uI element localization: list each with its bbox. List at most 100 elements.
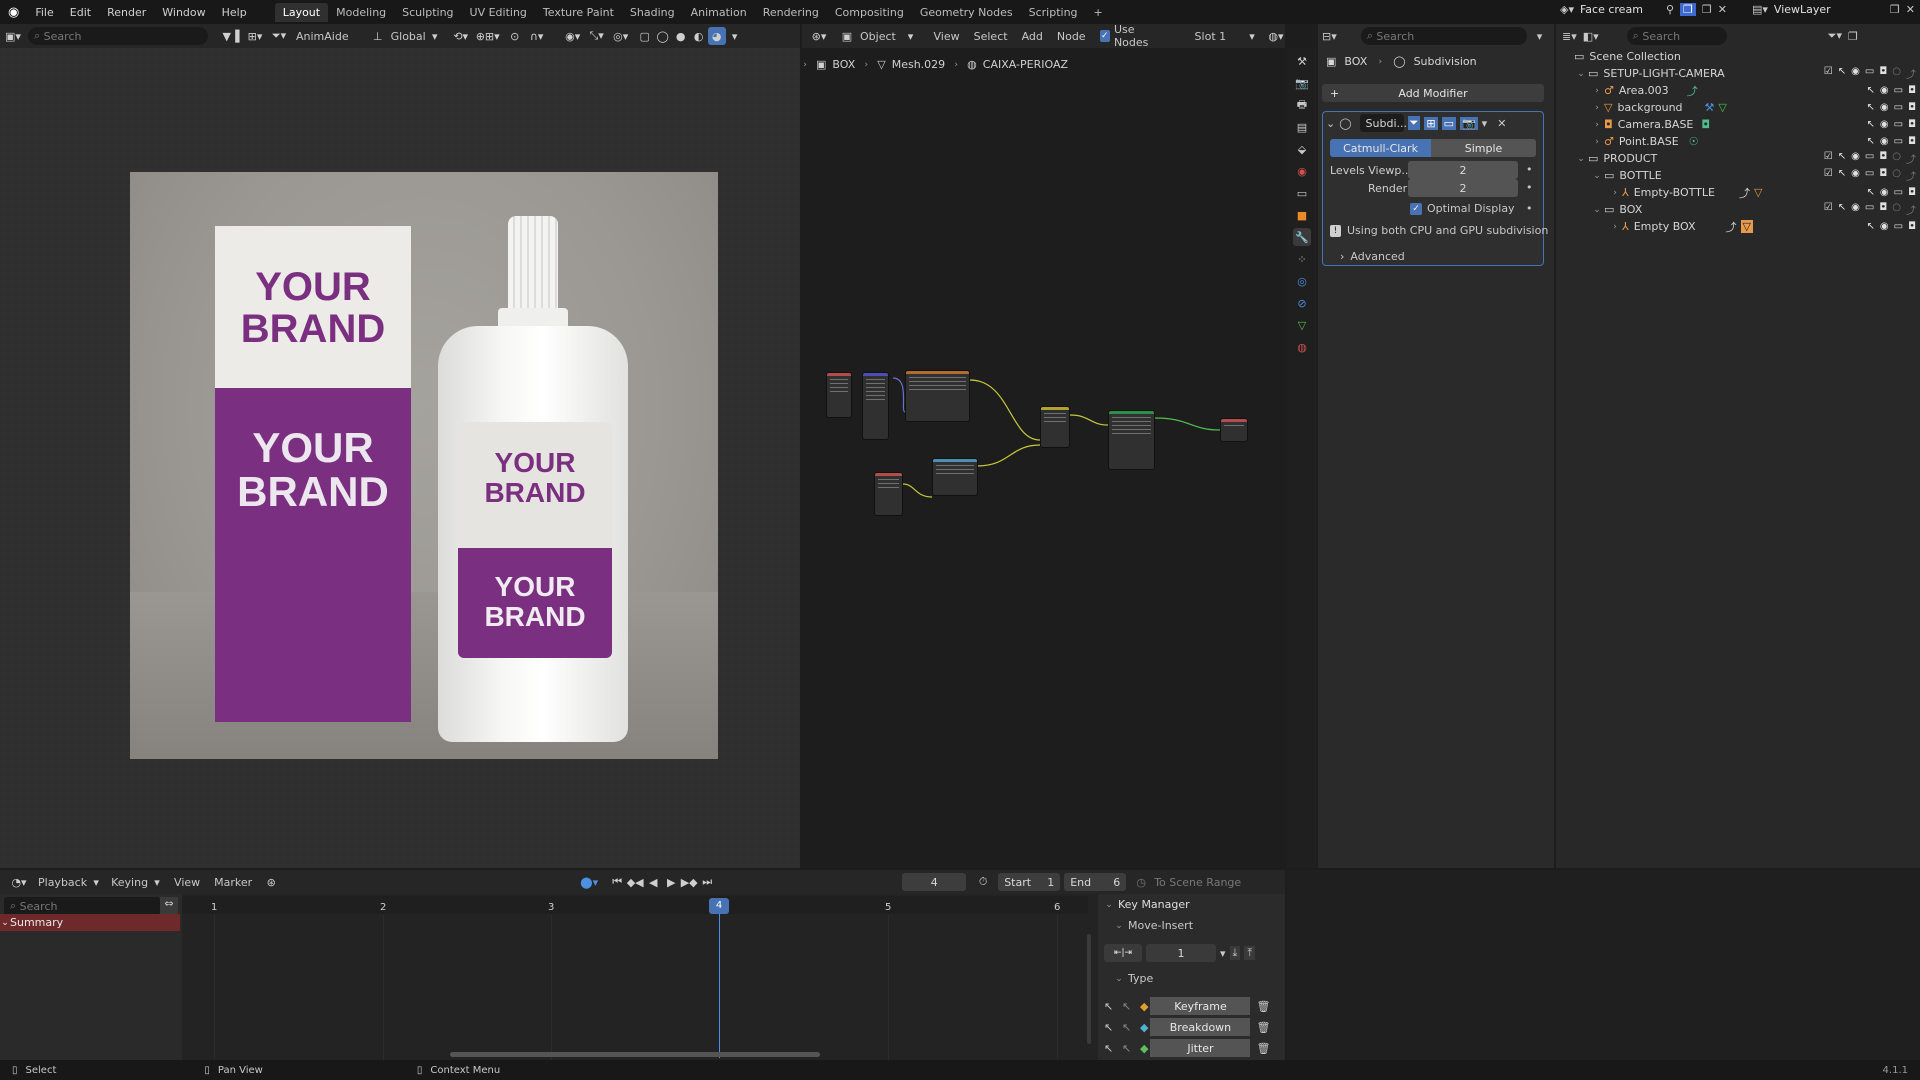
- material-output-node[interactable]: [1220, 418, 1248, 442]
- list-item[interactable]: ⌄ ▭ BOTTLE ☑ ↖ ◉ ▭ ◘ ○ ⤴: [1556, 167, 1920, 184]
- move-insert-subpanel[interactable]: Move-Insert: [1128, 919, 1193, 932]
- outliner-editor-icon[interactable]: ≣▾: [1562, 30, 1577, 43]
- chevron-right-icon[interactable]: ›: [1340, 250, 1344, 263]
- cage-toggle-icon[interactable]: ⊞: [1424, 116, 1438, 130]
- jitter-type-button[interactable]: Jitter: [1150, 1039, 1251, 1057]
- playhead[interactable]: [719, 900, 720, 1058]
- keyframe-dot-icon[interactable]: •: [1526, 181, 1533, 194]
- render-toggle-icon[interactable]: 📷: [1459, 116, 1478, 130]
- to-scene-range-button[interactable]: To Scene Range: [1154, 876, 1241, 889]
- shader-node[interactable]: [1108, 410, 1155, 470]
- constraints-tab-icon[interactable]: ⊘: [1293, 294, 1311, 312]
- output-tab-icon[interactable]: 🖶: [1293, 96, 1311, 114]
- render-levels-field[interactable]: 2: [1408, 179, 1518, 197]
- edit-mode-toggle-icon[interactable]: ⏷: [1407, 116, 1421, 130]
- shader-node[interactable]: [862, 372, 889, 440]
- delete-icon[interactable]: 🗑: [1256, 1000, 1270, 1013]
- physics-tab-icon[interactable]: ◎: [1293, 272, 1311, 290]
- collection-tab-icon[interactable]: ▭: [1293, 184, 1311, 202]
- copy-icon[interactable]: ❐: [1702, 3, 1712, 16]
- modifier-name-input[interactable]: Subdi...: [1359, 114, 1407, 132]
- list-item[interactable]: ▭ Scene Collection: [1556, 48, 1920, 65]
- deselect-icon[interactable]: ↖: [1122, 1000, 1138, 1013]
- keyframe-type-button[interactable]: Keyframe: [1150, 997, 1251, 1015]
- list-item[interactable]: › ⅄ Empty-BOTTLE ⤴ ▽ ↖ ◉ ▭ ◘: [1556, 184, 1920, 201]
- modifier-tab-icon[interactable]: 🔧: [1293, 228, 1311, 246]
- tab-catmull-clark[interactable]: Catmull-Clark: [1330, 139, 1431, 157]
- keyframe-dot-icon[interactable]: •: [1526, 202, 1533, 215]
- levels-viewport-field[interactable]: 2: [1408, 161, 1518, 179]
- material-tab-icon[interactable]: ◍: [1293, 338, 1311, 356]
- record-icon[interactable]: ⬤▾: [580, 873, 598, 891]
- type-subpanel[interactable]: Type: [1128, 972, 1153, 985]
- key-manager-title[interactable]: Key Manager: [1118, 898, 1190, 911]
- playhead-frame-label[interactable]: 4: [709, 898, 729, 914]
- insert-up-icon[interactable]: ⤒: [1244, 946, 1256, 960]
- list-item[interactable]: › ♂ Point.BASE ☉ ↖ ◉ ▭ ◘: [1556, 133, 1920, 150]
- viewlayer-icon[interactable]: ▤▾: [1752, 3, 1768, 16]
- list-item[interactable]: ⌄ ▭ SETUP-LIGHT-CAMERA ☑ ↖ ◉ ▭ ◘ ○ ⤴: [1556, 65, 1920, 82]
- play-reverse-icon[interactable]: ◀: [644, 873, 662, 891]
- shader-node[interactable]: [932, 458, 978, 496]
- select-icon[interactable]: ↖: [1104, 1000, 1120, 1013]
- close-icon[interactable]: ✕: [1497, 117, 1506, 130]
- tab-simple[interactable]: Simple: [1431, 139, 1536, 157]
- menu-playback[interactable]: Playback: [38, 876, 87, 889]
- display-mode-icon[interactable]: ◧▾: [1583, 30, 1599, 43]
- list-item[interactable]: ⌄ ▭ BOX ☑ ↖ ◉ ▭ ◘ ○ ⤴: [1556, 201, 1920, 218]
- deselect-icon[interactable]: ↖: [1122, 1021, 1138, 1034]
- data-tab-icon[interactable]: ▽: [1293, 316, 1311, 334]
- jump-start-icon[interactable]: ⏮: [608, 873, 626, 891]
- chevron-down-icon[interactable]: ▾: [1482, 117, 1488, 130]
- view-layer-tab-icon[interactable]: ▤: [1293, 118, 1311, 136]
- prev-keyframe-icon[interactable]: ◆◀: [626, 873, 644, 891]
- close-icon[interactable]: ✕: [1718, 3, 1727, 16]
- scene-tab-icon[interactable]: ⬙: [1293, 140, 1311, 158]
- menu-marker[interactable]: Marker: [214, 876, 252, 889]
- shader-node[interactable]: [874, 472, 903, 516]
- shader-node[interactable]: [826, 372, 852, 418]
- delete-icon[interactable]: 🗑: [1256, 1042, 1270, 1055]
- move-frames-icon[interactable]: ⇤|⇥: [1104, 944, 1142, 962]
- scene-range-icon[interactable]: ◷: [1132, 873, 1150, 891]
- swap-icon[interactable]: ⇔: [160, 897, 178, 915]
- frame-ruler[interactable]: [182, 896, 1088, 914]
- scene-name[interactable]: Face cream: [1580, 3, 1660, 16]
- current-frame-field[interactable]: 4: [902, 873, 967, 891]
- play-icon[interactable]: ▶: [662, 873, 680, 891]
- timeline-editor-icon[interactable]: ◔▾: [10, 873, 28, 891]
- list-item[interactable]: ⌄ ▭ PRODUCT ☑ ↖ ◉ ▭ ◘ ○ ⤴: [1556, 150, 1920, 167]
- optimal-display-checkbox[interactable]: ✓: [1410, 202, 1422, 215]
- select-icon[interactable]: ↖: [1104, 1042, 1120, 1055]
- list-item[interactable]: › ◘ Camera.BASE ◘ ↖ ◉ ▭ ◘: [1556, 116, 1920, 133]
- vertical-scrollbar[interactable]: [1087, 934, 1091, 1044]
- channel-search-input[interactable]: ⌕ Search: [4, 897, 160, 915]
- autokey-sync-icon[interactable]: ⊛: [262, 873, 280, 891]
- chevron-down-icon[interactable]: ▾: [1220, 947, 1226, 960]
- end-frame-field[interactable]: End 6: [1064, 873, 1127, 891]
- new-scene-icon[interactable]: ❐: [1680, 3, 1696, 16]
- properties-search-input[interactable]: ⌕ Search: [1360, 27, 1527, 45]
- select-icon[interactable]: ↖: [1104, 1021, 1120, 1034]
- scene-icon[interactable]: ◈▾: [1560, 3, 1574, 16]
- delete-icon[interactable]: 🗑: [1256, 1021, 1270, 1034]
- copy-layer-icon[interactable]: ❐: [1890, 3, 1900, 16]
- filter-icon[interactable]: ⏷▾: [1828, 29, 1842, 43]
- tool-tab-icon[interactable]: ⚒: [1293, 52, 1311, 70]
- remove-layer-icon[interactable]: ✕: [1906, 3, 1915, 16]
- menu-view[interactable]: View: [174, 876, 200, 889]
- add-modifier-button[interactable]: + Add Modifier: [1322, 84, 1544, 102]
- horizontal-scrollbar[interactable]: [450, 1052, 820, 1057]
- summary-channel[interactable]: ⌄ Summary: [0, 914, 180, 931]
- breakdown-type-button[interactable]: Breakdown: [1150, 1018, 1251, 1036]
- particles-tab-icon[interactable]: ⁘: [1293, 250, 1311, 268]
- step-value-field[interactable]: 1: [1146, 944, 1216, 962]
- chevron-down-icon[interactable]: ▾: [1537, 30, 1543, 43]
- viewport-toggle-icon[interactable]: ▭: [1441, 116, 1456, 130]
- shader-node[interactable]: [905, 370, 970, 422]
- properties-editor-icon[interactable]: ⊟▾: [1322, 30, 1337, 43]
- insert-down-icon[interactable]: ⤓: [1229, 946, 1241, 960]
- deselect-icon[interactable]: ↖: [1122, 1042, 1138, 1055]
- shader-node[interactable]: [1040, 406, 1070, 448]
- advanced-subpanel[interactable]: Advanced: [1350, 250, 1404, 263]
